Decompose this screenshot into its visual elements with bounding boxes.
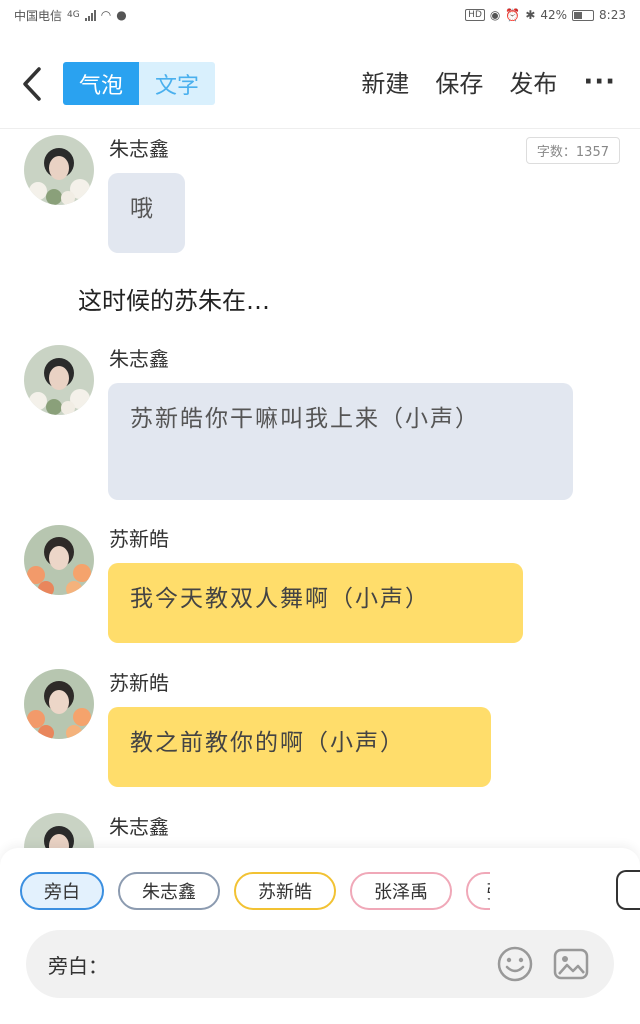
tab-bubble[interactable]: 气泡 [63, 62, 139, 105]
input-role-label: 旁白： [48, 954, 108, 978]
back-button[interactable] [18, 64, 46, 104]
avatar-zhu-icon [24, 813, 94, 849]
battery-label: 42% [540, 8, 568, 22]
role-chip-zhu[interactable]: 朱志鑫 [118, 872, 220, 910]
sender-name: 苏新皓 [109, 527, 169, 551]
hd-icon: HD [465, 9, 485, 21]
role-chip-narrator[interactable]: 旁白 [20, 872, 104, 910]
status-bar: 中国电信 4G ◠ ● HD ◉ ⏰ ✱ 42% 8:23 [0, 0, 640, 30]
save-button[interactable]: 保存 [435, 64, 483, 99]
avatar-zhu-icon [24, 135, 94, 205]
bottom-panel: 旁白 朱志鑫 苏新皓 张泽禹 张 旁白： [0, 848, 640, 1024]
message-input[interactable] [116, 944, 476, 984]
bluetooth-icon: ✱ [525, 8, 536, 22]
battery-icon [572, 9, 595, 21]
message-bubble[interactable]: 苏新皓你干嘛叫我上来（小声） [108, 383, 573, 500]
role-chip-zhang[interactable]: 张泽禹 [350, 872, 452, 910]
avatar[interactable] [24, 345, 94, 415]
message-bubble[interactable]: 哦 [108, 173, 185, 253]
role-selector: 旁白 朱志鑫 苏新皓 张泽禹 张 [20, 872, 490, 912]
chat-area[interactable]: 字数：1357 朱志鑫 哦 这时候的苏朱在… 朱志鑫 苏新皓你干嘛叫我上来（小声… [0, 129, 640, 849]
sender-name: 朱志鑫 [109, 815, 169, 839]
eye-icon: ◉ [489, 8, 501, 22]
sender-name: 朱志鑫 [109, 347, 169, 371]
time-label: 8:23 [599, 8, 626, 22]
avatar[interactable] [24, 135, 94, 205]
mode-toggle: 气泡 文字 [63, 62, 215, 105]
publish-button[interactable]: 发布 [509, 64, 557, 99]
input-bar: 旁白： [26, 930, 614, 998]
chat-message[interactable]: 苏新皓 我今天教双人舞啊（小声） [0, 521, 640, 651]
chat-message[interactable]: 朱志鑫 哦 [0, 131, 640, 261]
avatar[interactable] [24, 525, 94, 595]
signal-icon [84, 9, 96, 21]
chevron-left-icon [23, 67, 41, 101]
role-manage-icon[interactable] [616, 870, 640, 910]
more-dots-icon[interactable]: ··· [583, 67, 616, 97]
narration-text[interactable]: 这时候的苏朱在… [78, 281, 270, 316]
message-bubble[interactable]: 教之前教你的啊（小声） [108, 707, 491, 787]
avatar[interactable] [24, 813, 94, 849]
sender-name: 苏新皓 [109, 671, 169, 695]
status-left: 中国电信 4G ◠ ● [14, 7, 127, 24]
image-icon[interactable] [552, 945, 590, 983]
avatar-su-icon [24, 525, 94, 595]
alarm-icon: ⏰ [505, 8, 521, 22]
role-chip-su[interactable]: 苏新皓 [234, 872, 336, 910]
top-actions: 新建 保存 发布 ··· [361, 64, 616, 99]
avatar-su-icon [24, 669, 94, 739]
chat-message[interactable]: 朱志鑫 苏新皓你干嘛叫我上来（小声） [0, 341, 640, 501]
chat-message[interactable]: 苏新皓 教之前教你的啊（小声） [0, 665, 640, 795]
sender-name: 朱志鑫 [109, 137, 169, 161]
carrier-label: 中国电信 [14, 8, 63, 23]
smiley-icon[interactable] [496, 945, 534, 983]
avatar-zhu-icon [24, 345, 94, 415]
chat-message[interactable]: 朱志鑫 [0, 809, 640, 849]
message-bubble[interactable]: 我今天教双人舞啊（小声） [108, 563, 523, 643]
new-button[interactable]: 新建 [361, 64, 409, 99]
chat-notification-icon: ● [116, 8, 127, 22]
top-bar: 气泡 文字 新建 保存 发布 ··· [0, 56, 640, 112]
network-label: 4G [67, 10, 80, 20]
avatar[interactable] [24, 669, 94, 739]
wifi-icon: ◠ [100, 8, 112, 22]
tab-text[interactable]: 文字 [139, 62, 215, 105]
role-chip-more[interactable]: 张 [466, 872, 490, 910]
status-right: HD ◉ ⏰ ✱ 42% 8:23 [465, 8, 626, 22]
